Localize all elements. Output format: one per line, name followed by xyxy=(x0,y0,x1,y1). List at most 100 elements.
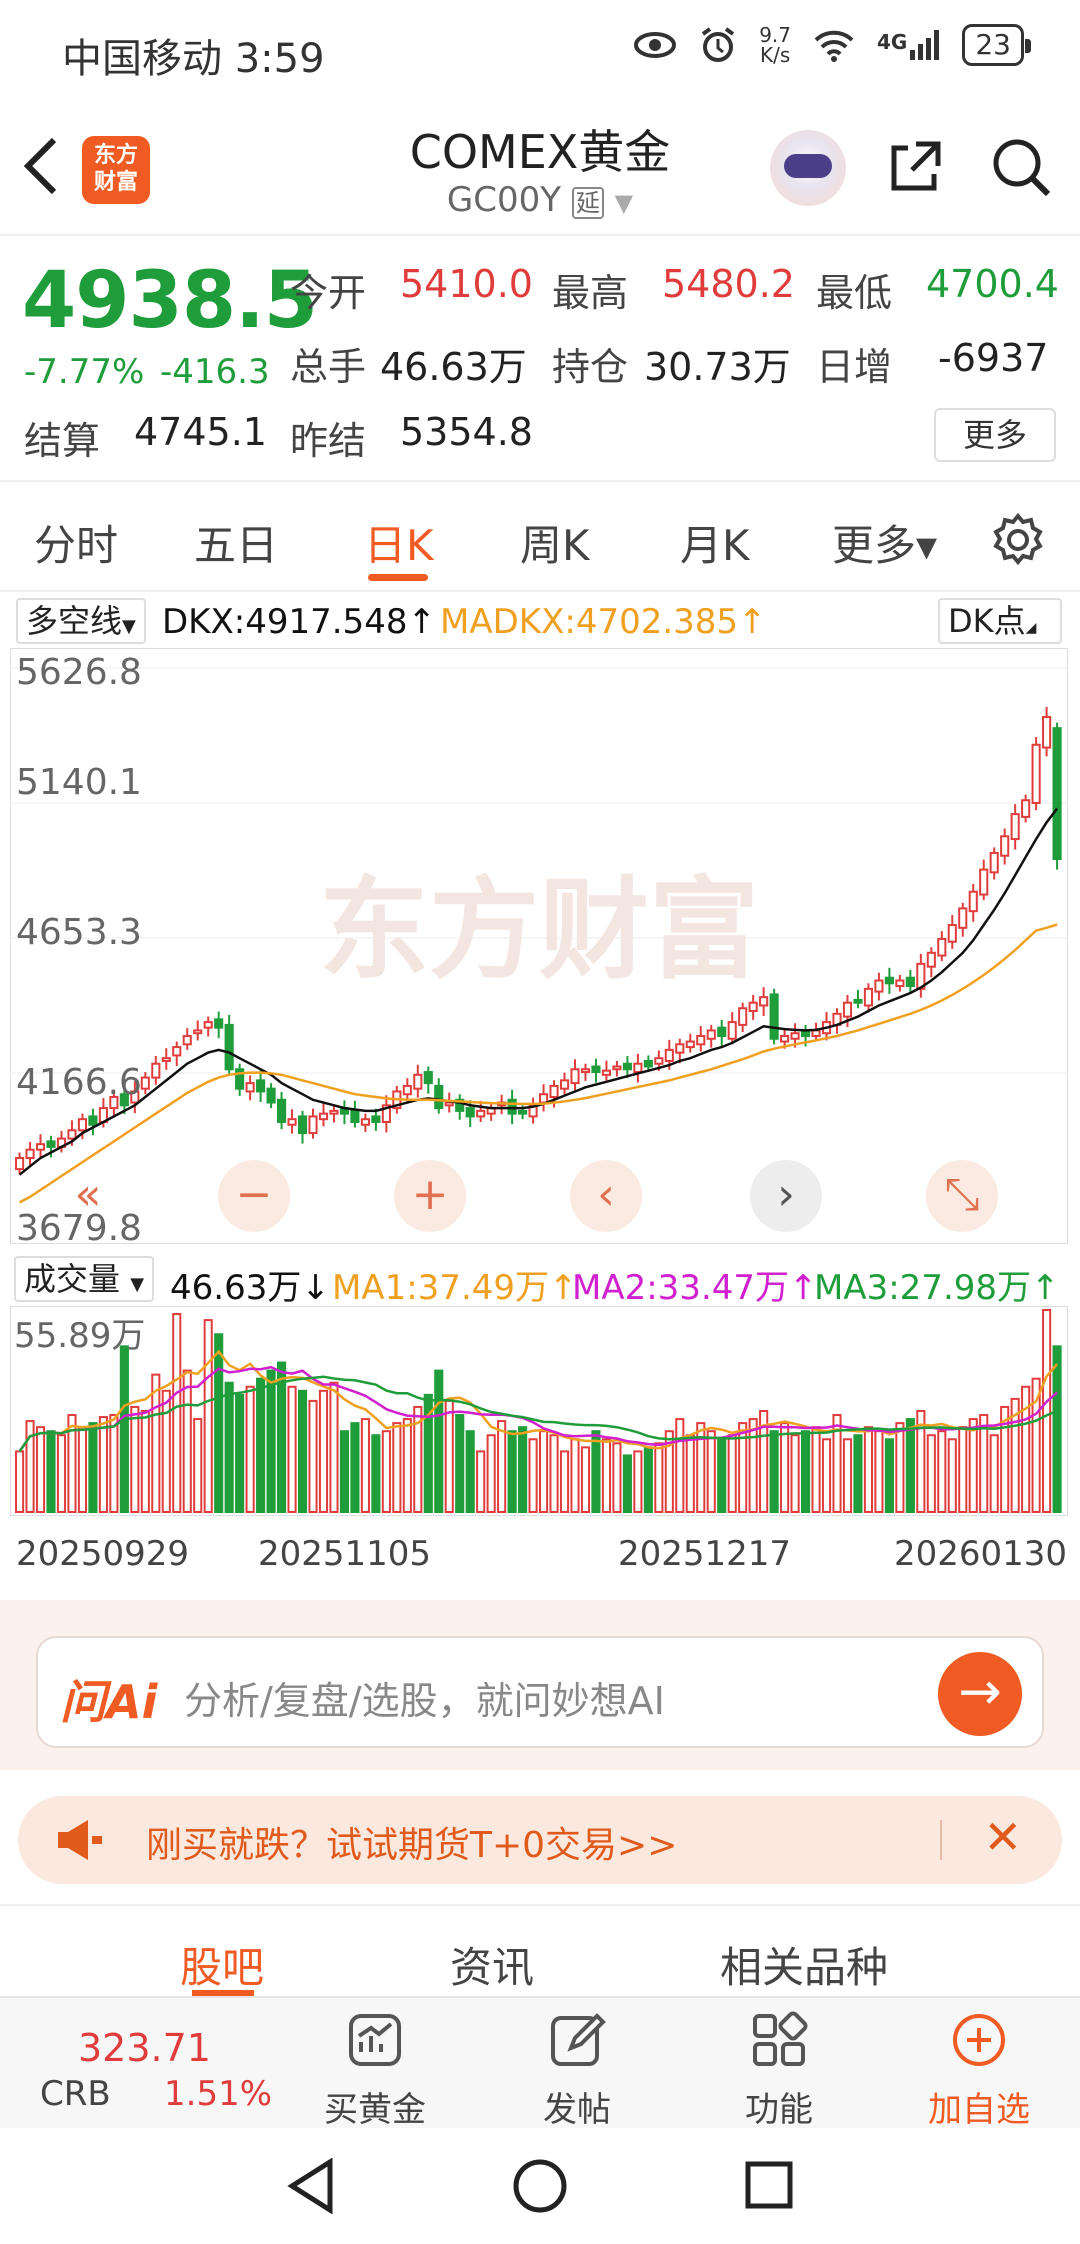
volume-bar xyxy=(98,1416,108,1513)
candle-body xyxy=(905,976,915,988)
candle-body xyxy=(706,1029,716,1040)
tab-news[interactable]: 资讯 xyxy=(450,1934,534,1995)
tab-related[interactable]: 相关品种 xyxy=(720,1934,888,1995)
candle-body xyxy=(1042,716,1052,749)
volume-bar xyxy=(119,1345,129,1513)
promo-banner[interactable]: 刚买就跌？试试期货T+0交易>> ✕ xyxy=(18,1796,1062,1884)
ai-submit-button[interactable]: → xyxy=(938,1652,1022,1736)
volume-bar xyxy=(842,1438,853,1513)
nav-recents-icon[interactable] xyxy=(744,2160,794,2210)
volume-bar xyxy=(371,1434,381,1514)
open-value: 5410.0 xyxy=(400,262,533,306)
alarm-icon xyxy=(702,27,735,62)
functions-label: 功能 xyxy=(745,2090,813,2130)
volume-bar xyxy=(224,1381,234,1513)
volume-indicator-selector[interactable]: 成交量 ▼ xyxy=(14,1256,155,1302)
tab-five-day[interactable]: 五日 xyxy=(194,512,278,573)
search-icon[interactable] xyxy=(990,136,1052,198)
tab-more[interactable]: 更多▾ xyxy=(832,512,937,573)
more-quote-button[interactable]: 更多 xyxy=(934,408,1056,462)
add-watchlist-button[interactable]: 加自选 xyxy=(914,2010,1044,2131)
grid-icon xyxy=(753,2011,808,2066)
volume-bar xyxy=(570,1438,580,1513)
candle-body xyxy=(444,1101,454,1107)
candle-body xyxy=(853,998,863,1004)
volume-bar xyxy=(780,1422,790,1513)
net-speed: 9.7 K/s xyxy=(759,25,791,65)
candle-body xyxy=(884,976,894,985)
volume-bar xyxy=(591,1430,601,1513)
functions-button[interactable]: 功能 xyxy=(714,2010,844,2131)
scroll-left-double-icon[interactable]: « xyxy=(52,1160,124,1232)
high-value: 5480.2 xyxy=(662,262,795,306)
move-right-button[interactable]: › xyxy=(750,1160,822,1232)
candle-body xyxy=(811,1029,821,1037)
daily-increase-value: -6937 xyxy=(938,336,1049,380)
share-icon[interactable] xyxy=(886,138,944,196)
volume-bar xyxy=(245,1385,255,1513)
promo-divider xyxy=(940,1820,942,1860)
volume-bar xyxy=(580,1446,591,1513)
volume-chart[interactable]: 55.89万 xyxy=(10,1306,1068,1516)
candle-body xyxy=(947,924,957,943)
volume-bar xyxy=(507,1430,517,1513)
nav-back-icon[interactable] xyxy=(284,2158,338,2214)
candle-body xyxy=(413,1073,423,1090)
candle-body xyxy=(256,1079,266,1093)
crb-name: CRB xyxy=(40,2074,111,2114)
dk-points-toggle[interactable]: DK点◢ xyxy=(938,598,1062,644)
volume-bar xyxy=(706,1430,716,1513)
volume-bar xyxy=(15,1450,25,1513)
open-label: 今开 xyxy=(290,271,367,315)
indicator-selector[interactable]: 多空线▼ xyxy=(16,598,146,644)
volume-bar xyxy=(895,1422,905,1513)
zoom-in-button[interactable]: + xyxy=(394,1160,466,1232)
plus-circle-icon xyxy=(953,2014,1005,2066)
date-label-1: 20250929 xyxy=(16,1534,190,1574)
tab-monthly-k[interactable]: 月K xyxy=(680,512,750,573)
candle-body xyxy=(193,1029,203,1035)
kline-chart[interactable]: 东方财富 5626.8 5140.1 4653.3 4166.6 3679.8 xyxy=(10,648,1068,1249)
move-left-button[interactable]: ‹ xyxy=(570,1160,642,1232)
open-interest-label: 持仓 xyxy=(552,345,629,389)
volume-bar xyxy=(350,1422,360,1513)
buy-gold-label: 买黄金 xyxy=(324,2090,426,2130)
volume-bar xyxy=(266,1369,276,1513)
ai-search-input[interactable]: 问Ai 分析/复盘/选股，就问妙想AI → xyxy=(36,1636,1044,1748)
candle-body xyxy=(172,1046,182,1057)
tab-guba[interactable]: 股吧 xyxy=(180,1934,264,1995)
tab-weekly-k[interactable]: 周K xyxy=(520,512,590,573)
zoom-out-button[interactable]: − xyxy=(218,1160,290,1232)
ai-robot-avatar[interactable] xyxy=(770,130,846,206)
volume-bar xyxy=(821,1438,832,1513)
nav-home-icon[interactable] xyxy=(512,2158,568,2214)
change-percent: -7.77% xyxy=(24,352,145,392)
candle-body xyxy=(77,1118,88,1132)
volume-bar xyxy=(675,1418,685,1513)
volume-bar xyxy=(874,1430,884,1513)
crb-value: 323.71 xyxy=(78,2026,211,2070)
volume-bar xyxy=(35,1426,46,1513)
candle-body xyxy=(1021,799,1031,818)
volume-bar xyxy=(140,1410,150,1513)
volume-bar xyxy=(151,1373,161,1513)
volume-bar xyxy=(203,1319,213,1513)
candle-body xyxy=(591,1065,601,1074)
candle-body xyxy=(738,1007,748,1026)
candle-body xyxy=(622,1062,632,1071)
volume-bar xyxy=(88,1422,98,1513)
volume-bar xyxy=(654,1442,664,1514)
volume-bar xyxy=(56,1434,67,1514)
gear-icon[interactable] xyxy=(990,512,1046,568)
tab-intraday[interactable]: 分时 xyxy=(34,512,118,573)
buy-gold-button[interactable]: 买黄金 xyxy=(310,2010,440,2131)
eye-icon xyxy=(634,32,677,58)
corner-triangle-icon: ◢ xyxy=(1025,620,1037,636)
edit-icon xyxy=(551,2013,606,2066)
tab-daily-k[interactable]: 日K xyxy=(364,512,434,573)
close-icon[interactable]: ✕ xyxy=(983,1810,1022,1864)
fullscreen-icon[interactable]: ⤡ xyxy=(926,1160,998,1232)
post-button[interactable]: 发帖 xyxy=(512,2010,642,2131)
candle-body xyxy=(769,993,779,1040)
candle-body xyxy=(402,1084,412,1096)
